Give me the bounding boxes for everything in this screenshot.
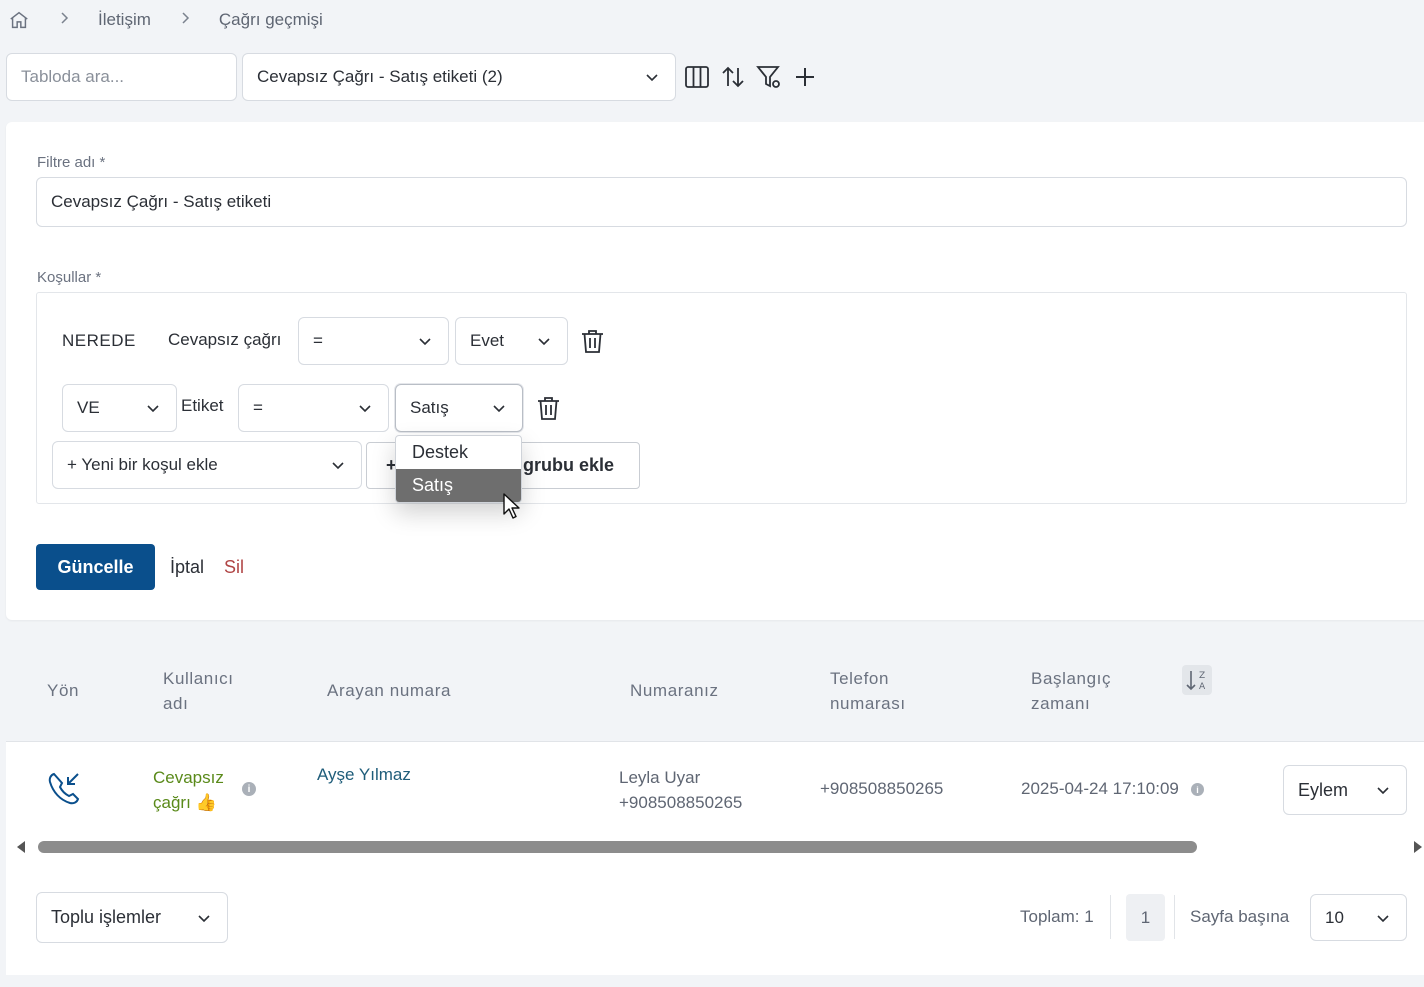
condition-field-tag: Etiket <box>181 396 224 415</box>
horizontal-scrollbar[interactable] <box>38 841 1197 853</box>
header-phone[interactable]: Telefon numarası <box>830 666 906 716</box>
divider <box>1174 895 1175 939</box>
columns-icon[interactable] <box>682 60 712 94</box>
chevron-right-icon <box>179 11 191 30</box>
bulk-actions-select[interactable]: Toplu işlemler <box>36 892 228 943</box>
value-text: Evet <box>470 331 505 350</box>
saved-filter-value: Cevapsız Çağrı - Satış etiketi (2) <box>257 67 503 86</box>
connector-select[interactable]: VE <box>62 384 177 432</box>
chevron-down-icon <box>198 914 210 922</box>
info-icon[interactable]: i <box>242 782 256 796</box>
filter-name-label: Filtre adı * <box>37 154 106 171</box>
chevron-right-icon <box>58 11 70 30</box>
header-start-line2: zamanı <box>1031 694 1091 713</box>
delete-button[interactable]: Sil <box>224 557 244 578</box>
chevron-down-icon <box>419 338 431 346</box>
search-placeholder: Tabloda ara... <box>21 67 125 86</box>
header-username-line2: adı <box>163 694 189 713</box>
per-page-label: Sayfa başına <box>1190 907 1290 926</box>
mouse-cursor-icon <box>502 492 520 525</box>
header-start-line1: Başlangıç <box>1031 669 1112 688</box>
action-label: Eylem <box>1298 779 1349 800</box>
trash-icon[interactable] <box>580 328 605 360</box>
scroll-right-arrow[interactable] <box>1412 840 1424 859</box>
sort-z-a-icon[interactable]: ZA <box>1182 665 1212 695</box>
breadcrumb-iletisim[interactable]: İletişim <box>98 10 151 30</box>
breadcrumb: İletişim Çağrı geçmişi <box>8 6 323 34</box>
chevron-down-icon <box>1377 914 1389 922</box>
filter-settings-icon[interactable] <box>754 60 784 94</box>
chevron-down-icon <box>493 405 505 413</box>
caller-link[interactable]: Ayşe Yılmaz <box>317 765 411 785</box>
header-phone-line2: numarası <box>830 694 906 713</box>
header-start-time[interactable]: Başlangıç zamanı <box>1031 666 1111 716</box>
chevron-down-icon <box>538 338 550 346</box>
sort-icon[interactable] <box>718 60 748 94</box>
connector-value: VE <box>77 398 100 417</box>
table-search-input[interactable]: Tabloda ara... <box>6 53 237 101</box>
operator-select[interactable]: = <box>238 384 389 432</box>
your-number: +908508850265 <box>619 793 743 812</box>
chevron-down-icon <box>1377 787 1389 795</box>
status-line1: Cevapsız <box>153 768 224 787</box>
cancel-button[interactable]: İptal <box>170 557 204 578</box>
total-count: Toplam: 1 <box>1020 907 1094 926</box>
value-select[interactable]: Evet <box>455 317 568 365</box>
missed-call-status: Cevapsız çağrı 👍 <box>153 765 224 815</box>
operator-select[interactable]: = <box>298 317 449 365</box>
header-username[interactable]: Kullanıcı adı <box>163 666 234 716</box>
chevron-down-icon <box>359 405 371 413</box>
operator-value: = <box>313 331 323 350</box>
per-page-select[interactable]: 10 <box>1310 894 1407 941</box>
filter-name-input[interactable]: Cevapsız Çağrı - Satış etiketi <box>36 177 1407 227</box>
scroll-left-arrow[interactable] <box>15 840 27 859</box>
your-number-cell: Leyla Uyar +908508850265 <box>619 765 742 815</box>
operator-value: = <box>253 398 263 417</box>
chevron-down-icon <box>332 462 344 470</box>
per-page-value: 10 <box>1325 907 1344 927</box>
bulk-actions-label: Toplu işlemler <box>51 907 162 927</box>
breadcrumb-cagri-gecmisi: Çağrı geçmişi <box>218 10 323 29</box>
phone-cell: +908508850265 <box>820 779 944 798</box>
conditions-label: Koşullar * <box>37 269 102 286</box>
tag-value-select[interactable]: Satış <box>395 384 523 432</box>
home-icon[interactable] <box>8 9 30 31</box>
update-button[interactable]: Güncelle <box>36 544 155 590</box>
chevron-down-icon <box>147 405 159 413</box>
table-toolbar <box>682 60 820 94</box>
header-phone-line1: Telefon <box>830 669 890 688</box>
add-icon[interactable] <box>790 60 820 94</box>
saved-filter-select[interactable]: Cevapsız Çağrı - Satış etiketi (2) <box>242 53 676 101</box>
start-time-cell: 2025-04-24 17:10:09 <box>1021 779 1179 798</box>
incoming-call-icon <box>46 770 82 813</box>
add-condition-select[interactable]: + Yeni bir koşul ekle <box>52 441 362 489</box>
chevron-down-icon <box>646 74 658 82</box>
svg-text:A: A <box>1199 682 1206 692</box>
condition-field-missed: Cevapsız çağrı <box>168 330 282 349</box>
add-condition-label: + Yeni bir koşul ekle <box>67 455 218 474</box>
svg-text:Z: Z <box>1199 671 1205 681</box>
filter-name-value: Cevapsız Çağrı - Satış etiketi <box>51 192 272 211</box>
your-name: Leyla Uyar <box>619 768 701 787</box>
page-number-button[interactable]: 1 <box>1126 894 1165 941</box>
where-keyword: NEREDE <box>62 331 136 350</box>
option-destek[interactable]: Destek <box>396 436 521 469</box>
header-direction[interactable]: Yön <box>47 678 79 703</box>
status-line2: çağrı <box>153 793 191 812</box>
action-select[interactable]: Eylem <box>1283 765 1407 815</box>
add-group-label: grubu ekle <box>523 455 615 475</box>
thumbs-up-icon: 👍 <box>195 793 217 812</box>
header-username-line1: Kullanıcı <box>163 669 234 688</box>
info-icon[interactable]: i <box>1191 783 1204 796</box>
header-your-number[interactable]: Numaranız <box>630 678 719 703</box>
value-text: Satış <box>410 398 449 417</box>
divider <box>1110 895 1111 939</box>
trash-icon[interactable] <box>536 395 561 427</box>
header-caller[interactable]: Arayan numara <box>327 678 451 703</box>
